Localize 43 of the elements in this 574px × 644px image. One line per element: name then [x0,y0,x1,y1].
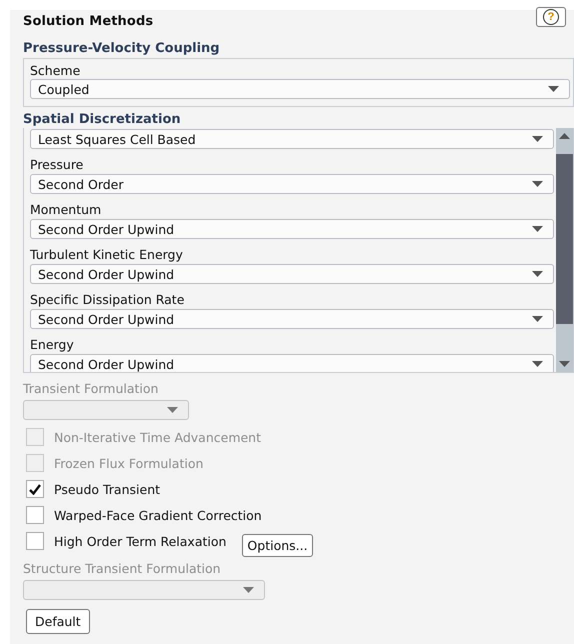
caret-icon [532,361,543,367]
caret-icon [532,316,543,322]
caret-icon [532,136,543,142]
checkbox[interactable] [26,532,44,550]
caret-icon [548,86,559,92]
dropdown[interactable]: Second Order [30,174,554,194]
dropdown[interactable]: Coupled [30,79,570,99]
dropdown[interactable]: Least Squares Cell Based [30,129,554,149]
checkbox-label: High Order Term Relaxation [54,534,226,548]
checkbox-label: Frozen Flux Formulation [54,456,204,470]
caret-icon [243,587,254,593]
dropdown[interactable]: Second Order Upwind [30,354,554,372]
scrollbar-thumb[interactable] [556,154,573,324]
caret-icon [532,181,543,187]
field-label: Transient Formulation [23,380,160,397]
dropdown[interactable] [23,580,265,600]
field-label: Pressure [30,157,84,173]
field-label: Specific Dissipation Rate [30,292,186,308]
checkbox[interactable] [26,480,44,498]
default-button[interactable]: Default [26,609,90,634]
panel-title: Solution Methods [23,14,154,28]
scrollbar[interactable] [556,128,573,372]
checkbox-label: Warped-Face Gradient Correction [54,508,262,522]
field-label: Momentum [30,202,102,218]
caret-icon [167,407,178,413]
section-heading: Pressure-Velocity Coupling [23,41,221,57]
checkbox-label: Non-Iterative Time Advancement [54,430,262,444]
scroll-down-icon[interactable] [559,361,570,367]
checkbox[interactable] [26,506,44,524]
field-label: Turbulent Kinetic Energy [30,247,184,263]
options-button[interactable]: Options... [242,534,313,556]
scroll-up-icon[interactable] [559,133,570,139]
field-label: Energy [30,337,75,353]
section-heading: Spatial Discretization [23,112,182,128]
dropdown[interactable]: Second Order Upwind [30,309,554,329]
field-label: Scheme [30,62,82,79]
dropdown[interactable]: Second Order Upwind [30,219,554,239]
dropdown[interactable] [23,400,189,420]
checkbox-label: Pseudo Transient [54,482,160,496]
caret-icon [532,226,543,232]
dropdown[interactable]: Second Order Upwind [30,264,554,284]
field-label: Structure Transient Formulation [23,560,222,577]
caret-icon [532,271,543,277]
